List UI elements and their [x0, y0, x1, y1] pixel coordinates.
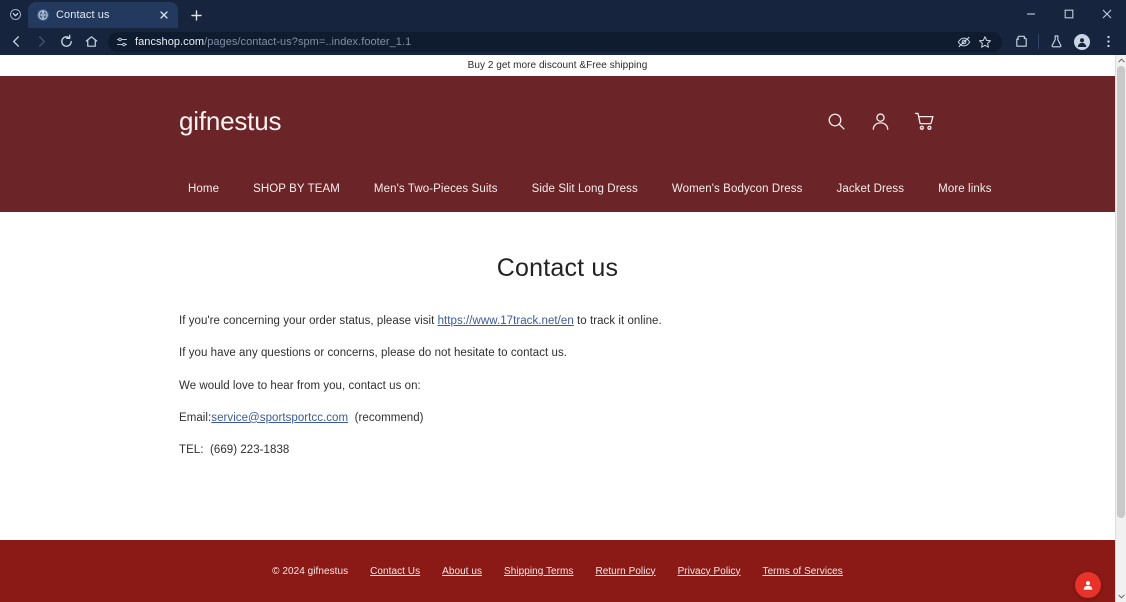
web-page: Buy 2 get more discount &Free shipping g… [0, 55, 1115, 602]
profile-avatar-icon [1074, 33, 1090, 50]
page-viewport: Buy 2 get more discount &Free shipping g… [0, 55, 1126, 602]
support-chat-icon [1080, 577, 1096, 593]
tel-number: (669) 223-1838 [210, 444, 290, 456]
close-icon [1102, 9, 1112, 19]
site-nav: Home SHOP BY TEAM Men's Two-Pieces Suits… [0, 166, 1115, 212]
forward-arrow-icon [38, 36, 45, 47]
url-text: fancshop.com/pages/contact-us?spm=..inde… [135, 36, 411, 48]
copyright-text: © 2024 gifnestus [272, 565, 349, 577]
toolbar-divider [1038, 34, 1039, 49]
nav-item-womens-bodycon-dress[interactable]: Women's Bodycon Dress [655, 177, 820, 201]
email-link[interactable]: service@sportsportcc.com [211, 412, 348, 424]
minimize-icon [1027, 13, 1035, 15]
flask-icon [1051, 35, 1061, 48]
browser-toolbar: fancshop.com/pages/contact-us?spm=..inde… [0, 28, 1126, 55]
nav-item-mens-two-pieces-suits[interactable]: Men's Two-Pieces Suits [357, 177, 515, 201]
hear-from-you-paragraph: We would love to hear from you, contact … [179, 379, 421, 392]
email-label: Email: [179, 411, 212, 424]
scrollbar-thumb[interactable] [1117, 66, 1125, 518]
site-logo[interactable]: gifnestus [179, 106, 281, 137]
url-domain: fancshop.com [135, 35, 205, 48]
minimize-button[interactable] [1012, 0, 1050, 28]
new-tab-button[interactable] [183, 3, 209, 27]
footer-link-return-policy[interactable]: Return Policy [595, 566, 655, 577]
site-header: gifnestus Home SHOP BY TEAM Men's Two-Pi… [0, 76, 1115, 212]
toolbar-right-actions [1009, 30, 1120, 54]
header-icon-group [824, 109, 936, 133]
back-arrow-icon [12, 36, 19, 47]
email-row: Email:service@sportsportcc.com (recommen… [179, 410, 936, 427]
address-bar[interactable]: fancshop.com/pages/contact-us?spm=..inde… [108, 31, 1002, 52]
main-content: Contact us If you're concerning your ord… [0, 212, 1115, 540]
tel-row: TEL: (669) 223-1838 [179, 442, 936, 459]
tab-close-icon[interactable] [156, 7, 172, 23]
three-dot-menu-icon [1106, 35, 1110, 48]
paragraph-1-before: If you're concerning your order status, … [179, 315, 438, 327]
browser-tab[interactable]: Contact us [28, 2, 178, 28]
site-header-top: gifnestus [0, 76, 1115, 166]
scroll-down-arrow-icon[interactable] [1116, 591, 1126, 602]
globe-icon [37, 9, 49, 21]
footer-link-terms-of-services[interactable]: Terms of Services [763, 566, 843, 577]
footer-link-shipping-terms[interactable]: Shipping Terms [504, 566, 573, 577]
star-icon[interactable] [976, 33, 994, 51]
paragraph-1-after: to track it online. [573, 315, 662, 327]
site-footer: © 2024 gifnestus Contact Us About us Shi… [0, 540, 1115, 602]
tab-title: Contact us [56, 9, 110, 21]
announcement-text: Buy 2 get more discount &Free shipping [467, 60, 648, 71]
page-scrollbar[interactable] [1115, 55, 1126, 602]
extensions-button[interactable] [1009, 30, 1033, 54]
questions-paragraph: If you have any questions or concerns, p… [179, 347, 568, 360]
footer-links-row: © 2024 gifnestus Contact Us About us Shi… [272, 566, 843, 577]
account-icon[interactable] [868, 109, 892, 133]
nav-item-side-slit-long-dress[interactable]: Side Slit Long Dress [515, 177, 655, 201]
forward-button[interactable] [29, 30, 53, 54]
home-icon [85, 36, 97, 47]
tel-label: TEL: [179, 444, 204, 456]
maximize-icon [1064, 9, 1074, 19]
nav-item-home[interactable]: Home [179, 177, 236, 201]
support-chat-button[interactable] [1075, 572, 1101, 598]
track-order-link[interactable]: https://www.17track.net/en [438, 315, 574, 327]
page-title: Contact us [496, 254, 619, 282]
window-controls [1012, 0, 1126, 28]
nav-item-shop-by-team[interactable]: SHOP BY TEAM [236, 177, 357, 201]
nav-item-more-links[interactable]: More links [921, 177, 1008, 201]
reload-icon [60, 34, 72, 47]
eye-slash-icon[interactable] [955, 33, 973, 51]
announcement-bar: Buy 2 get more discount &Free shipping [0, 55, 1115, 76]
maximize-button[interactable] [1050, 0, 1088, 28]
omnibox-actions [955, 33, 994, 51]
close-window-button[interactable] [1088, 0, 1126, 28]
labs-button[interactable] [1044, 30, 1068, 54]
order-status-paragraph: If you're concerning your order status, … [179, 313, 936, 330]
email-note: (recommend) [354, 411, 424, 424]
plus-icon [190, 9, 202, 21]
site-settings-icon[interactable] [115, 35, 128, 48]
url-path: /pages/contact-us?spm=..index.footer_1.1 [204, 35, 412, 48]
tab-strip: Contact us [0, 0, 1126, 28]
extensions-puzzle-icon [1015, 35, 1027, 47]
browser-menu-button[interactable] [1096, 30, 1120, 54]
search-icon[interactable] [824, 109, 848, 133]
footer-link-contact-us[interactable]: Contact Us [370, 566, 420, 577]
footer-link-about-us[interactable]: About us [442, 566, 482, 577]
reload-button[interactable] [54, 30, 78, 54]
home-button[interactable] [79, 30, 103, 54]
scroll-up-arrow-icon[interactable] [1116, 55, 1126, 66]
back-button[interactable] [4, 30, 28, 54]
chevron-down-icon [9, 8, 21, 20]
profile-button[interactable] [1070, 30, 1094, 54]
nav-item-jacket-dress[interactable]: Jacket Dress [819, 177, 921, 201]
cart-icon[interactable] [912, 109, 936, 133]
tab-search-button[interactable] [2, 2, 28, 26]
footer-link-privacy-policy[interactable]: Privacy Policy [678, 566, 741, 577]
browser-window: Contact us fancshop.com/pages/contact-us… [0, 0, 1126, 602]
